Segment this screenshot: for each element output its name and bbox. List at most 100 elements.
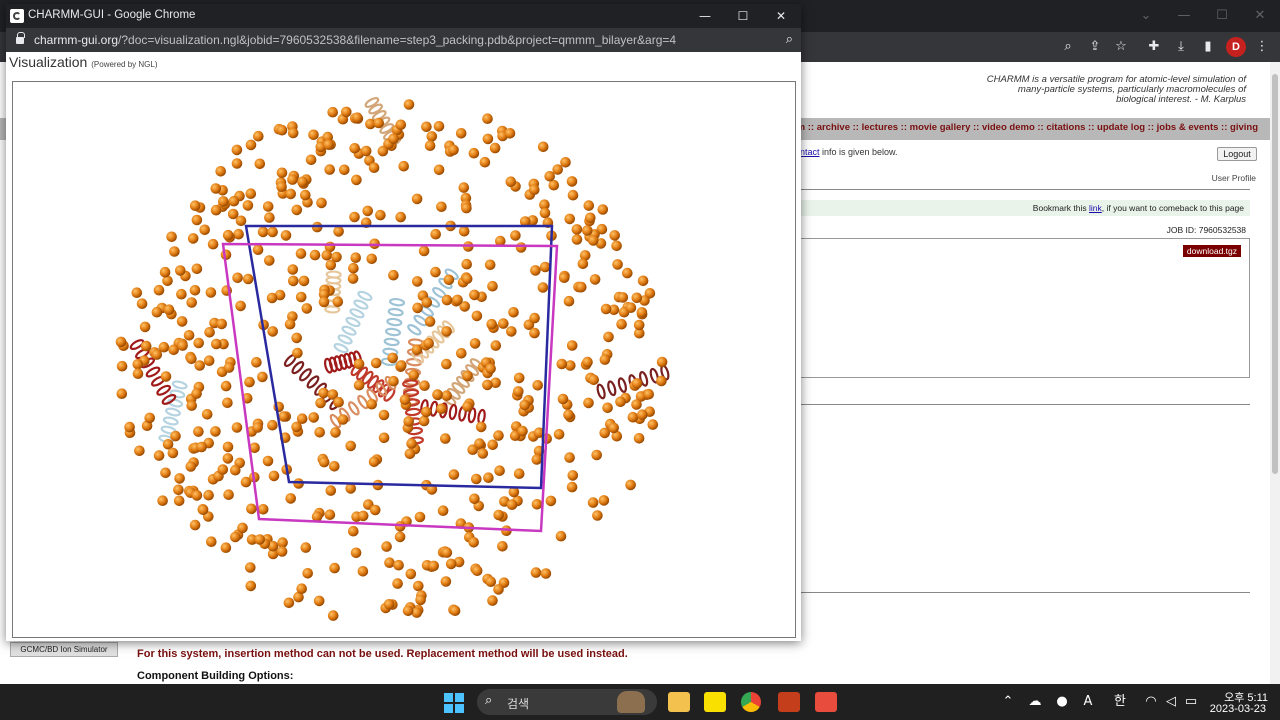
lipid-atom [339, 164, 350, 176]
battery-icon[interactable]: ▭ [1182, 693, 1200, 711]
lipid-atom [388, 375, 399, 387]
tab-search-chevron-icon[interactable]: ⌄ [1136, 6, 1156, 26]
lipid-atom [529, 184, 540, 195]
lipid-atom [477, 448, 489, 459]
page-scrollbar[interactable] [1270, 62, 1280, 684]
lipid-atom [244, 376, 255, 388]
minimize-icon[interactable]: — [694, 6, 716, 26]
lipid-atom [268, 470, 280, 482]
close-icon[interactable]: ✕ [770, 6, 792, 26]
maximize-icon[interactable]: ☐ [732, 6, 754, 26]
lipid-atom [482, 379, 493, 391]
windows-start-icon[interactable] [444, 693, 464, 713]
microphone-icon[interactable]: ● [1053, 693, 1071, 711]
lipid-atom [315, 397, 326, 409]
maximize-icon[interactable]: ☐ [1212, 6, 1232, 26]
lipid-atom [215, 166, 226, 177]
zoom-icon[interactable]: ⌕ [786, 32, 793, 47]
lipid-atom [116, 388, 128, 400]
download-tgz-link[interactable]: download.tgz [1182, 245, 1241, 257]
lipid-atom [394, 531, 406, 543]
contact-link[interactable]: ntact [800, 147, 820, 157]
lipid-atom [636, 307, 648, 318]
wifi-icon[interactable]: ◠ [1142, 693, 1160, 711]
scrollbar-thumb[interactable] [1272, 74, 1278, 474]
minimize-icon[interactable]: — [1174, 6, 1194, 26]
lipid-atom [368, 456, 380, 468]
bookmark-star-icon[interactable]: ☆ [1113, 39, 1129, 55]
weather-cloud-icon[interactable]: ☁ [1026, 693, 1044, 711]
lipid-atom [506, 326, 517, 337]
ime-mode-indicator[interactable]: 한 [1111, 693, 1129, 711]
bookmark-link[interactable]: link [1089, 203, 1102, 213]
lipid-atom [576, 281, 587, 293]
app-icon[interactable] [815, 692, 837, 712]
chrome-icon[interactable] [741, 692, 761, 712]
lipid-atom [418, 415, 430, 427]
lipid-atom [132, 368, 144, 380]
lipid-atom [222, 453, 234, 464]
molecule-render[interactable] [13, 82, 795, 637]
lipid-atom [349, 211, 360, 223]
lipid-atom [519, 399, 530, 411]
lipid-atom [369, 504, 381, 516]
logout-button[interactable]: Logout [1217, 147, 1257, 161]
taskbar-search-box[interactable]: ⌕ 검색 [477, 689, 657, 715]
tray-overflow-chevron-icon[interactable]: ⌃ [999, 693, 1017, 711]
user-profile-link[interactable]: User Profile [1212, 173, 1256, 183]
lipid-atom [437, 505, 449, 516]
share-icon[interactable]: ⇪ [1087, 39, 1103, 55]
lipid-atom [203, 355, 215, 367]
lipid-atom [377, 145, 389, 157]
input-language-indicator[interactable]: A [1079, 693, 1097, 711]
download-icon[interactable]: ⤓ [1173, 39, 1189, 55]
lipid-atom [302, 568, 314, 579]
lipid-atom [515, 242, 527, 253]
file-explorer-icon[interactable] [668, 692, 690, 712]
lipid-atom [612, 259, 623, 270]
lipid-atom [395, 211, 407, 223]
volume-icon[interactable]: ◁ [1162, 693, 1180, 711]
component-building-options-heading: Component Building Options: [137, 670, 294, 682]
divider [800, 592, 1250, 593]
lipid-atom [252, 422, 263, 433]
ngl-viewer-canvas[interactable] [12, 81, 796, 638]
gcmc-bd-ion-simulator-button[interactable]: GCMC/BD Ion Simulator [10, 642, 118, 657]
lipid-atom [284, 318, 296, 330]
lipid-atom [440, 433, 451, 444]
extensions-icon[interactable]: ✚ [1146, 39, 1162, 55]
site-nav-links[interactable]: :: forum :: archive :: lectures :: movie… [769, 122, 1258, 133]
clock-date[interactable]: 2023-03-23 [1206, 703, 1266, 715]
lipid-atom [482, 113, 493, 124]
lipid-atom [631, 292, 643, 304]
kakaotalk-icon[interactable] [704, 692, 726, 712]
quote-line: biological interest. - M. Karplus [1116, 94, 1246, 105]
bookmark-text: , if you want to comeback to this page [1101, 203, 1244, 213]
menu-dots-icon[interactable]: ⋮ [1254, 39, 1270, 55]
lock-icon[interactable] [16, 32, 25, 44]
popup-address-bar[interactable]: charmm-gui.org/?doc=visualization.ngl&jo… [6, 28, 801, 52]
lipid-atom [151, 349, 163, 360]
zoom-icon[interactable]: ⌕ [1060, 39, 1076, 55]
lipid-atom [327, 610, 339, 621]
profile-avatar[interactable]: D [1226, 37, 1246, 57]
lipid-atom [430, 266, 441, 278]
url-host: charmm-gui.org [34, 33, 119, 47]
lipid-atom [532, 380, 543, 391]
url-text[interactable]: charmm-gui.org/?doc=visualization.ngl&jo… [34, 33, 676, 47]
lipid-atom [276, 181, 287, 192]
lipid-atom [553, 429, 565, 440]
lipid-atom [558, 272, 570, 283]
lipid-atom [529, 312, 540, 324]
powerpoint-icon[interactable] [778, 692, 800, 712]
lipid-atom [462, 370, 473, 382]
lipid-atom [545, 495, 557, 507]
lipid-atom [441, 358, 452, 370]
lipid-atom [324, 509, 336, 520]
sidepanel-icon[interactable]: ▮ [1200, 39, 1216, 55]
close-icon[interactable]: ✕ [1250, 6, 1270, 26]
lipid-atom [428, 560, 440, 572]
lipid-atom [398, 160, 410, 172]
lipid-atom [153, 284, 165, 296]
lipid-atom [242, 200, 254, 211]
